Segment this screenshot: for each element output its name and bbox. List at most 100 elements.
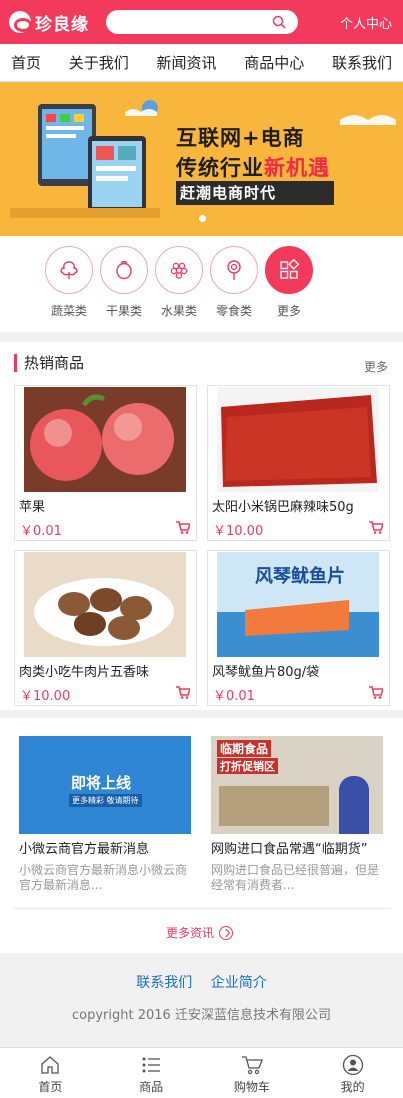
news-item[interactable]: 临期食品 打折促销区 网购进口食品常遇“临期货” 网购进口食品已经很普遍，但是经… xyxy=(211,736,383,895)
product-card[interactable]: 肉类小吃牛肉片五香味 ￥10.00 xyxy=(14,550,197,706)
news-image-person xyxy=(339,776,369,834)
category-vegetable[interactable]: 蔬菜类 xyxy=(45,246,93,319)
user-icon xyxy=(342,1054,363,1076)
logo-icon xyxy=(9,11,32,33)
category-label: 蔬菜类 xyxy=(50,304,87,318)
news-image-text: 临期食品 xyxy=(217,740,272,757)
logo[interactable]: 珍良缘 xyxy=(9,10,101,35)
cart-icon xyxy=(241,1056,263,1075)
hot-more-link[interactable]: 更多 xyxy=(364,358,388,375)
footer-contact-link[interactable]: 联系我们 xyxy=(136,975,192,991)
tab-mine[interactable]: 我的 xyxy=(302,1048,403,1098)
hot-products-section: 热销商品 更多 苹果 ￥0.01 太阳小米锅巴麻辣味50g ￥10.00 肉类小… xyxy=(0,342,403,710)
nav-item-about[interactable]: 关于我们 xyxy=(69,52,129,73)
product-price: ￥0.01 xyxy=(20,524,62,539)
footer-links: 联系我们 企业简介 xyxy=(0,972,403,992)
news-image-shelf xyxy=(219,786,329,826)
list-icon xyxy=(142,1057,161,1073)
product-card[interactable]: 风琴鱿鱼片 风琴鱿鱼片80g/袋 ￥0.01 xyxy=(207,550,390,706)
svg-text:风琴鱿鱼片: 风琴鱿鱼片 xyxy=(255,565,345,587)
banner-headline-2-highlight: 新机遇 xyxy=(264,156,330,180)
product-image-squid: 风琴鱿鱼片 xyxy=(217,552,379,657)
tab-cart[interactable]: 购物车 xyxy=(202,1048,303,1098)
chevron-right-icon xyxy=(219,925,234,940)
logo-text: 珍良缘 xyxy=(35,14,89,35)
add-to-cart-icon[interactable] xyxy=(176,521,190,534)
product-image-crispy-rice xyxy=(217,387,379,492)
banner-headline-2-prefix: 传统行业 xyxy=(176,156,264,180)
banner-pagination-dot[interactable] xyxy=(199,215,206,222)
search-input[interactable] xyxy=(118,10,278,34)
user-center-link[interactable]: 个人中心 xyxy=(340,13,392,32)
product-price: ￥10.00 xyxy=(20,689,71,704)
news-item[interactable]: 即将上线 更多精彩 敬请期待 小微云商官方最新消息 小微云商官方最新消息小微云商… xyxy=(19,736,191,895)
divider xyxy=(14,908,391,909)
category-circle xyxy=(45,246,93,294)
category-label: 零食类 xyxy=(215,304,252,318)
nav-item-contact[interactable]: 联系我们 xyxy=(332,52,392,73)
search-box[interactable] xyxy=(106,10,298,34)
add-to-cart-icon[interactable] xyxy=(176,686,190,699)
product-name: 风琴鱿鱼片80g/袋 xyxy=(212,665,320,680)
category-label: 水果类 xyxy=(160,304,197,318)
banner-headline-1: 互联网+电商 xyxy=(176,126,305,150)
tab-products[interactable]: 商品 xyxy=(101,1048,202,1098)
more-news-link[interactable]: 更多资讯 xyxy=(166,924,234,941)
category-dried-fruit[interactable]: 干果类 xyxy=(100,246,148,319)
news-image: 临期食品 打折促销区 xyxy=(211,736,383,834)
grid-icon xyxy=(280,259,300,279)
nav-item-home[interactable]: 首页 xyxy=(11,52,41,73)
news-image-subtext: 打折促销区 xyxy=(217,758,278,774)
news-title: 网购进口食品常遇“临期货” xyxy=(211,842,368,857)
category-circle xyxy=(100,246,148,294)
product-price: ￥0.01 xyxy=(213,689,255,704)
news-description: 小微云商官方最新消息小微云商官方最新消息... xyxy=(19,863,188,892)
news-image: 即将上线 更多精彩 敬请期待 xyxy=(19,736,191,834)
category-fruit[interactable]: 水果类 xyxy=(155,246,203,319)
tab-label: 我的 xyxy=(340,1080,365,1094)
footer-about-link[interactable]: 企业简介 xyxy=(211,975,267,991)
more-news-label: 更多资讯 xyxy=(166,926,215,940)
news-description: 网购进口食品已经很普遍，但是经常有消费者... xyxy=(211,863,380,892)
add-to-cart-icon[interactable] xyxy=(369,521,383,534)
tab-label: 购物车 xyxy=(233,1080,270,1094)
news-image-text: 即将上线 xyxy=(71,774,132,792)
grape-icon xyxy=(170,262,188,279)
add-to-cart-icon[interactable] xyxy=(369,686,383,699)
tab-home[interactable]: 首页 xyxy=(0,1048,101,1098)
tab-label: 首页 xyxy=(38,1080,63,1094)
category-label: 更多 xyxy=(276,304,301,318)
news-image-subtext: 更多精彩 敬请期待 xyxy=(69,794,142,807)
product-card[interactable]: 苹果 ￥0.01 xyxy=(14,385,197,541)
search-icon[interactable] xyxy=(272,15,286,29)
promo-banner[interactable]: 互联网+电商 传统行业新机遇 赶潮电商时代 xyxy=(0,82,403,236)
lollipop-icon xyxy=(227,260,241,280)
tab-label: 商品 xyxy=(139,1080,164,1094)
product-image-apple xyxy=(24,387,186,492)
product-price: ￥10.00 xyxy=(213,524,264,539)
nav-item-products[interactable]: 商品中心 xyxy=(244,52,304,73)
banner-tagline: 赶潮电商时代 xyxy=(176,181,334,205)
main-nav: 首页 关于我们 新闻资讯 商品中心 联系我们 xyxy=(0,44,403,82)
category-circle xyxy=(265,246,313,294)
nav-item-news[interactable]: 新闻资讯 xyxy=(156,52,216,73)
dried-fruit-icon xyxy=(116,260,132,280)
banner-headline-2: 传统行业新机遇 xyxy=(176,152,330,182)
category-bar: 蔬菜类 干果类 水果类 零食类 更多 xyxy=(0,236,403,332)
news-title: 小微云商官方最新消息 xyxy=(19,842,150,857)
category-circle xyxy=(210,246,258,294)
category-snack[interactable]: 零食类 xyxy=(210,246,258,319)
news-section: 即将上线 更多精彩 敬请期待 小微云商官方最新消息 小微云商官方最新消息小微云商… xyxy=(0,718,403,953)
section-title: 热销商品 xyxy=(14,354,84,372)
bottom-tab-bar: 首页 商品 购物车 我的 xyxy=(0,1047,403,1098)
vegetable-icon xyxy=(60,261,78,279)
home-icon xyxy=(41,1056,60,1074)
product-name: 苹果 xyxy=(19,500,46,515)
category-label: 干果类 xyxy=(105,304,142,318)
product-card[interactable]: 太阳小米锅巴麻辣味50g ￥10.00 xyxy=(207,385,390,541)
category-circle xyxy=(155,246,203,294)
top-header: 珍良缘 个人中心 xyxy=(0,0,403,44)
category-more[interactable]: 更多 xyxy=(265,246,313,319)
product-image-pecan xyxy=(24,552,186,657)
copyright: copyright 2016 迁安深蓝信息技术有限公司 xyxy=(72,1008,331,1023)
